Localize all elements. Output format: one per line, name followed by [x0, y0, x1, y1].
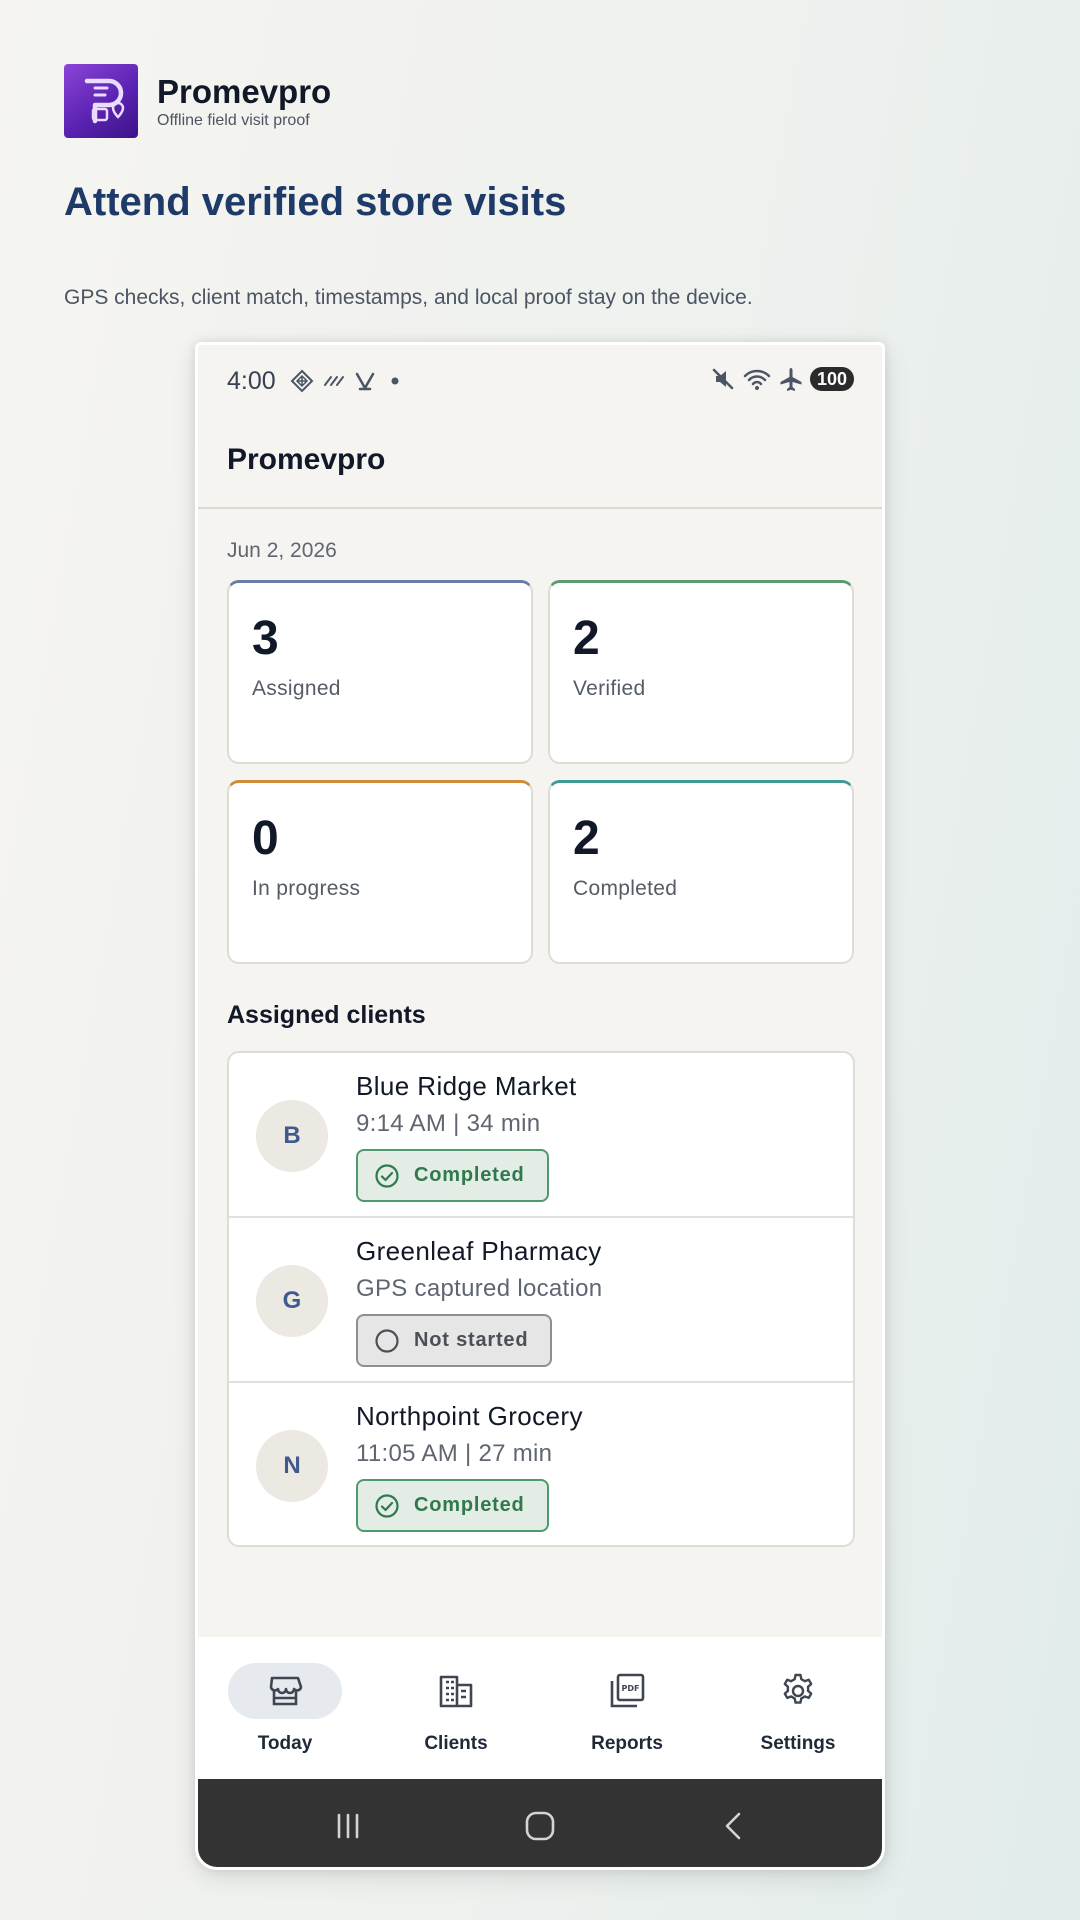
brand-header: Promevpro Offline field visit proof: [64, 64, 331, 138]
stat-value: 0: [252, 812, 279, 865]
status-time: 4:00: [227, 367, 276, 395]
avatar: N: [256, 1430, 328, 1502]
hero-tagline: GPS checks, client match, timestamps, an…: [64, 286, 753, 309]
nav-label: Today: [257, 1733, 313, 1754]
nav-item-reports[interactable]: PDF Reports: [557, 1663, 697, 1755]
stat-label: Assigned: [252, 677, 341, 700]
check-circle-icon: [375, 1493, 399, 1518]
stat-value: 2: [573, 812, 600, 865]
nav-item-clients[interactable]: Clients: [386, 1663, 526, 1755]
client-detail: 9:14 AM | 34 min: [356, 1110, 541, 1137]
client-detail: GPS captured location: [356, 1275, 603, 1302]
stat-card-completed[interactable]: 2 Completed: [548, 780, 854, 964]
status-label: Completed: [414, 1164, 525, 1186]
status-label: Not started: [414, 1329, 529, 1351]
stat-label: In progress: [252, 877, 361, 900]
check-circle-icon: [375, 1163, 399, 1188]
recent-apps-icon[interactable]: [328, 1807, 368, 1845]
list-item[interactable]: N Northpoint Grocery 11:05 AM | 27 min C…: [229, 1383, 853, 1545]
stat-value: 2: [573, 612, 600, 665]
wifi-icon: [743, 369, 771, 390]
client-list: B Blue Ridge Market 9:14 AM | 34 min Com…: [227, 1051, 855, 1547]
storefront-icon: [269, 1676, 303, 1706]
dot-icon: [391, 377, 399, 385]
nav-label: Settings: [760, 1733, 836, 1754]
diamond-grid-icon: [290, 369, 314, 393]
gear-icon: [783, 1673, 813, 1704]
current-date: Jun 2, 2026: [227, 539, 337, 562]
bottom-nav: Today Clients PDF Reports Settings: [198, 1637, 882, 1779]
client-name: Northpoint Grocery: [356, 1401, 583, 1431]
nav-item-today[interactable]: Today: [215, 1663, 355, 1755]
stat-card-in-progress[interactable]: 0 In progress: [227, 780, 533, 964]
section-title: Assigned clients: [227, 1001, 426, 1029]
stat-card-verified[interactable]: 2 Verified: [548, 580, 854, 764]
stat-label: Completed: [573, 877, 678, 900]
battery-indicator: 100: [809, 367, 854, 391]
stat-value: 3: [252, 612, 279, 665]
svg-text:PDF: PDF: [622, 1684, 640, 1693]
home-icon[interactable]: [520, 1807, 560, 1845]
phone-screen: 4:00 100 Promevpro Jun 2, 2026 3 Assigne…: [195, 342, 885, 1870]
avatar: G: [256, 1265, 328, 1337]
nav-item-settings[interactable]: Settings: [728, 1663, 868, 1755]
pdf-icon: PDF: [610, 1673, 645, 1708]
airplane-icon: [780, 368, 802, 391]
system-nav-bar: [198, 1779, 882, 1867]
nav-label: Clients: [424, 1733, 488, 1754]
receipt-location-icon: [64, 64, 138, 138]
v-logo-icon: [355, 372, 375, 391]
status-label: Completed: [414, 1494, 525, 1516]
building-icon: [439, 1675, 473, 1708]
status-badge: Completed: [356, 1479, 549, 1532]
app-title: Promevpro: [227, 443, 386, 476]
stat-card-assigned[interactable]: 3 Assigned: [227, 580, 533, 764]
status-bar: 4:00 100: [198, 345, 882, 415]
stat-label: Verified: [573, 677, 646, 700]
status-badge: Not started: [356, 1314, 553, 1367]
list-item[interactable]: G Greenleaf Pharmacy GPS captured locati…: [229, 1218, 853, 1383]
hero-headline: Attend verified store visits: [64, 180, 567, 224]
list-item[interactable]: B Blue Ridge Market 9:14 AM | 34 min Com…: [229, 1053, 853, 1218]
avatar: B: [256, 1100, 328, 1172]
nav-label: Reports: [591, 1733, 663, 1754]
status-badge: Completed: [356, 1149, 549, 1202]
app-bar: Promevpro: [198, 415, 882, 509]
slashes-icon: [324, 376, 344, 386]
back-icon[interactable]: [714, 1807, 754, 1845]
mute-icon: [712, 368, 734, 390]
client-name: Blue Ridge Market: [356, 1071, 577, 1101]
client-detail: 11:05 AM | 27 min: [356, 1440, 553, 1467]
circle-outline-icon: [375, 1328, 399, 1353]
brand-subtitle: Offline field visit proof: [157, 111, 310, 129]
brand-name: Promevpro: [157, 72, 332, 110]
client-name: Greenleaf Pharmacy: [356, 1236, 602, 1266]
